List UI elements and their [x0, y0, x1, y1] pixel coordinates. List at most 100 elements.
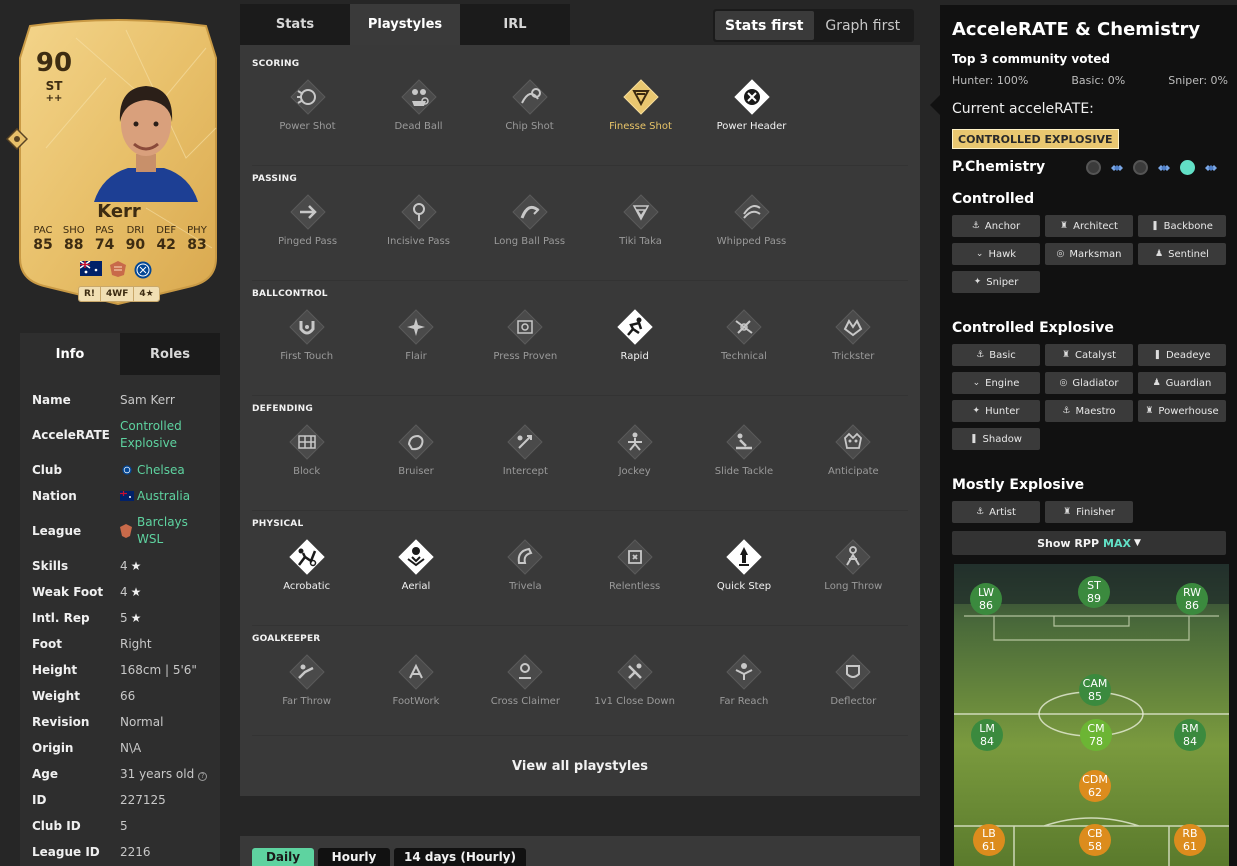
chemistry-dot[interactable]	[1086, 160, 1101, 175]
chem-style-hunter[interactable]: ✦ Hunter	[952, 400, 1040, 422]
position-cb[interactable]: CB 58	[1079, 824, 1111, 856]
playstyle-relentless[interactable]: Relentless	[580, 539, 689, 592]
club-link[interactable]: Chelsea	[120, 462, 208, 479]
chem-style-catalyst[interactable]: ♜ Catalyst	[1045, 344, 1133, 366]
help-icon[interactable]: ?	[198, 771, 208, 781]
chem-style-sentinel[interactable]: ♟ Sentinel	[1138, 243, 1226, 265]
position-rating: 86	[979, 599, 993, 612]
playstyle-close-down[interactable]: 1v1 Close Down	[580, 654, 689, 707]
show-rpp-dropdown[interactable]: Show RPP MAX ▼	[952, 531, 1226, 555]
playstyle-cross-claimer[interactable]: Cross Claimer	[471, 654, 580, 707]
graph-first-button[interactable]: Graph first	[814, 11, 913, 40]
tab-irl[interactable]: IRL	[460, 4, 570, 45]
playstyle-technical[interactable]: Technical	[689, 309, 798, 362]
chem-style-engine[interactable]: ⌄ Engine	[952, 372, 1040, 394]
power-shot-icon	[289, 79, 326, 115]
playstyle-jockey[interactable]: Jockey	[580, 424, 689, 477]
playstyle-whipped-pass[interactable]: Whipped Pass	[696, 194, 807, 247]
stats-first-button[interactable]: Stats first	[715, 11, 814, 40]
chemistry-dot-active[interactable]	[1180, 160, 1195, 175]
playstyle-bruiser[interactable]: Bruiser	[361, 424, 470, 477]
playstyle-finesse-shot[interactable]: Finesse Shot	[585, 79, 696, 132]
position-code: ST	[1087, 579, 1101, 592]
chem-style-basic[interactable]: ⚓ Basic	[952, 344, 1040, 366]
playstyle-slide-tackle[interactable]: Slide Tackle	[689, 424, 798, 477]
tab-info[interactable]: Info	[20, 333, 120, 375]
chem-style-maestro[interactable]: ⚓ Maestro	[1045, 400, 1133, 422]
position-lm[interactable]: LM 84	[971, 719, 1003, 751]
tab-daily[interactable]: Daily	[252, 848, 314, 866]
position-rw[interactable]: RW 86	[1176, 583, 1208, 615]
chemistry-dot[interactable]	[1133, 160, 1148, 175]
position-lw[interactable]: LW 86	[970, 583, 1002, 615]
playstyle-long-throw[interactable]: Long Throw	[799, 539, 908, 592]
playstyle-far-throw[interactable]: Far Throw	[252, 654, 361, 707]
diamond-chem-icon[interactable]	[1154, 161, 1174, 175]
playstyle-first-touch[interactable]: First Touch	[252, 309, 361, 362]
chem-style-architect[interactable]: ♜ Architect	[1045, 215, 1133, 237]
chem-style-marksman[interactable]: ◎ Marksman	[1045, 243, 1133, 265]
playstyle-deflector[interactable]: Deflector	[799, 654, 908, 707]
chem-style-powerhouse[interactable]: ♜ Powerhouse	[1138, 400, 1226, 422]
playstyle-tiki-taka[interactable]: Tiki Taka	[585, 194, 696, 247]
playstyle-far-reach[interactable]: Far Reach	[689, 654, 798, 707]
position-st[interactable]: ST 89	[1078, 576, 1110, 608]
position-rb[interactable]: RB 61	[1174, 824, 1206, 856]
playstyle-aerial[interactable]: Aerial	[361, 539, 470, 592]
playstyle-incisive-pass[interactable]: Incisive Pass	[363, 194, 474, 247]
tab-playstyles[interactable]: Playstyles	[350, 4, 460, 45]
position-lb[interactable]: LB 61	[973, 824, 1005, 856]
tab-14-days-hourly[interactable]: 14 days (Hourly)	[394, 848, 526, 866]
chem-style-shadow[interactable]: ❚ Shadow	[952, 428, 1040, 450]
stat-label: PAS	[95, 225, 114, 236]
league-link[interactable]: Barclays WSL	[120, 514, 208, 548]
info-key: ID	[32, 793, 47, 807]
chem-style-hawk[interactable]: ⌄ Hawk	[952, 243, 1040, 265]
playstyle-long-ball-pass[interactable]: Long Ball Pass	[474, 194, 585, 247]
chem-style-guardian[interactable]: ♟ Guardian	[1138, 372, 1226, 394]
playstyle-chip-shot[interactable]: Chip Shot	[474, 79, 585, 132]
card-name: Kerr	[97, 201, 141, 222]
chem-style-label: Maestro	[1075, 405, 1116, 417]
tab-roles[interactable]: Roles	[120, 333, 220, 375]
playstyle-footwork[interactable]: FootWork	[361, 654, 470, 707]
tab-stats[interactable]: Stats	[240, 4, 350, 45]
playstyle-trickster[interactable]: Trickster	[799, 309, 908, 362]
playstyle-block[interactable]: Block	[252, 424, 361, 477]
accelerate-link[interactable]: Controlled Explosive	[120, 418, 208, 452]
playstyle-dead-ball[interactable]: Dead Ball	[363, 79, 474, 132]
chem-style-gladiator[interactable]: ◎ Gladiator	[1045, 372, 1133, 394]
diamond-chem-icon[interactable]	[1107, 161, 1127, 175]
info-row: ID 227125	[20, 787, 220, 813]
playstyle-quick-step[interactable]: Quick Step	[689, 539, 798, 592]
playstyle-power-header[interactable]: Power Header	[696, 79, 807, 132]
position-cm[interactable]: CM 78	[1080, 719, 1112, 751]
footwork-icon	[398, 654, 434, 690]
position-cam[interactable]: CAM 85	[1079, 674, 1111, 706]
nation-link[interactable]: Australia	[120, 488, 208, 505]
chem-style-sniper[interactable]: ✦ Sniper	[952, 271, 1040, 293]
playstyle-anticipate[interactable]: Anticipate	[799, 424, 908, 477]
playstyle-flair[interactable]: Flair	[361, 309, 470, 362]
playstyle-rapid[interactable]: Rapid	[580, 309, 689, 362]
playstyle-press-proven[interactable]: Press Proven	[471, 309, 580, 362]
info-value: 31 years old ?	[120, 766, 208, 783]
diamond-chem-icon[interactable]	[1201, 161, 1221, 175]
playstyle-row: First Touch Flair Press Proven Rapid Technic…	[252, 309, 908, 362]
position-cdm[interactable]: CDM 62	[1079, 770, 1111, 802]
playstyle-trivela[interactable]: Trivela	[471, 539, 580, 592]
position-code: LM	[979, 722, 995, 735]
chem-style-artist[interactable]: ⚓ Artist	[952, 501, 1040, 523]
playstyle-intercept[interactable]: Intercept	[471, 424, 580, 477]
chem-style-backbone[interactable]: ❚ Backbone	[1138, 215, 1226, 237]
chem-style-finisher[interactable]: ♜ Finisher	[1045, 501, 1133, 523]
chem-style-deadeye[interactable]: ❚ Deadeye	[1138, 344, 1226, 366]
playstyle-pinged-pass[interactable]: Pinged Pass	[252, 194, 363, 247]
view-all-playstyles-button[interactable]: View all playstyles	[240, 751, 920, 781]
playstyle-power-shot[interactable]: Power Shot	[252, 79, 363, 132]
position-rm[interactable]: RM 84	[1174, 719, 1206, 751]
chem-style-anchor[interactable]: ⚓ Anchor	[952, 215, 1040, 237]
player-card: 90 ST ++ Kerr PAC 85 SHO 88 PAS 74 DRI 90 DE…	[6, 18, 220, 305]
tab-hourly[interactable]: Hourly	[318, 848, 390, 866]
playstyle-acrobatic[interactable]: Acrobatic	[252, 539, 361, 592]
